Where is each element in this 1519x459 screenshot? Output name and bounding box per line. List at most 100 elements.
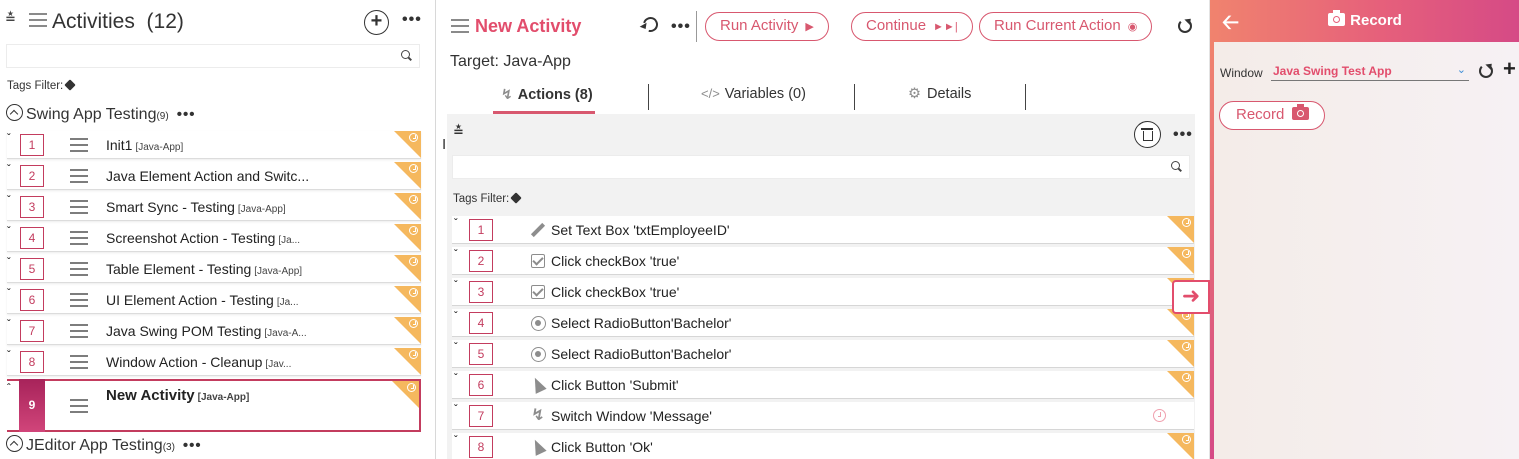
- activity-row[interactable]: ˇ 3 Smart Sync - Testing [Java-App]: [7, 193, 421, 221]
- activities-count: (12): [146, 10, 184, 33]
- expand-row-icon[interactable]: ˇ: [7, 133, 10, 144]
- expand-row-icon[interactable]: ˇ: [7, 164, 10, 175]
- activity-row[interactable]: ˇ 2 Java Element Action and Switc...: [7, 162, 421, 190]
- activity-row[interactable]: ˇ 7 Java Swing POM Testing [Java-A...: [7, 317, 421, 345]
- expand-row-icon[interactable]: ˇ: [7, 319, 10, 330]
- continue-button[interactable]: Continue ►►|: [851, 12, 973, 41]
- action-name: Click checkBox 'true': [551, 253, 680, 269]
- bolt-icon: ↯: [501, 86, 513, 102]
- search-icon[interactable]: [401, 50, 412, 61]
- refresh-windows-icon[interactable]: [1479, 64, 1493, 78]
- tab-details[interactable]: ⚙ Details: [908, 86, 971, 108]
- action-row[interactable]: ˇ 7 ↯ Switch Window 'Message': [452, 402, 1194, 430]
- activity-row[interactable]: ˇ 8 Window Action - Cleanup [Jav...: [7, 348, 421, 376]
- action-row[interactable]: ˇ 6 Click Button 'Submit': [452, 371, 1194, 399]
- expand-row-icon[interactable]: ˇ: [454, 311, 457, 322]
- activity-title[interactable]: New Activity: [475, 16, 581, 37]
- activities-menu-icon[interactable]: [29, 13, 47, 27]
- run-current-action-button[interactable]: Run Current Action ◉: [979, 12, 1153, 41]
- actions-tags-filter[interactable]: Tags Filter:: [453, 192, 522, 205]
- record-button[interactable]: Record: [1219, 101, 1325, 130]
- activities-tags-filter[interactable]: Tags Filter:: [7, 79, 76, 92]
- activity-number: 1: [20, 134, 44, 156]
- activity-row[interactable]: ˇ 5 Table Element - Testing [Java-App]: [7, 255, 421, 283]
- action-row[interactable]: ˇ 2 Click checkBox 'true': [452, 247, 1194, 275]
- activity-row[interactable]: ˆ 9 New Activity [Java-App]: [7, 379, 421, 432]
- group-header-swing-app-testing[interactable]: Swing App Testing(9) •••: [6, 104, 196, 128]
- record-panel-header: 🡠 Record: [1210, 0, 1519, 42]
- collapse-all-icon[interactable]: ≛: [5, 12, 16, 25]
- tab-variables[interactable]: </> Variables (0): [701, 86, 806, 108]
- tab-divider: [854, 84, 855, 110]
- run-activity-button[interactable]: Run Activity ▶: [705, 12, 829, 41]
- activity-number: 5: [20, 258, 44, 280]
- drag-handle-icon[interactable]: [70, 324, 88, 338]
- activity-row[interactable]: ˇ 1 Init1 [Java-App]: [7, 131, 421, 159]
- action-row[interactable]: ˇ 3 Click checkBox 'true': [452, 278, 1194, 306]
- pencil-icon: [529, 221, 547, 239]
- collapse-group-icon[interactable]: [6, 104, 23, 122]
- expand-row-icon[interactable]: ˇ: [7, 257, 10, 268]
- drag-handle-icon[interactable]: [70, 399, 88, 413]
- expand-row-icon[interactable]: ˇ: [454, 373, 457, 384]
- drag-handle-icon[interactable]: [70, 138, 88, 152]
- action-number: 1: [469, 219, 493, 241]
- activity-row[interactable]: ˇ 6 UI Element Action - Testing [Ja...: [7, 286, 421, 314]
- collapse-all-actions-icon[interactable]: ≛: [453, 125, 464, 138]
- search-icon[interactable]: [1171, 161, 1182, 172]
- tab-actions[interactable]: ↯ Actions (8): [493, 86, 595, 114]
- gear-icon: ⚙: [908, 86, 921, 102]
- delete-all-button[interactable]: [1134, 121, 1161, 148]
- activity-number: 2: [20, 165, 44, 187]
- activities-search-input[interactable]: [6, 44, 420, 68]
- expand-row-icon[interactable]: ˇ: [454, 342, 457, 353]
- add-activity-button[interactable]: +: [364, 10, 389, 35]
- play-icon: ▶: [805, 21, 814, 33]
- collapse-panel-arrow-icon[interactable]: ➜: [1172, 280, 1210, 314]
- activity-more-button[interactable]: •••: [671, 19, 691, 35]
- group-header-jeditor-app-testing[interactable]: JEditor App Testing(3) •••: [6, 435, 202, 459]
- tag-icon: [510, 192, 522, 204]
- action-row[interactable]: ˇ 8 Click Button 'Ok': [452, 433, 1194, 459]
- action-row[interactable]: ˇ 4 Select RadioButton'Bachelor': [452, 309, 1194, 337]
- activity-row[interactable]: ˇ 4 Screenshot Action - Testing [Ja...: [7, 224, 421, 252]
- expand-row-icon[interactable]: ˇ: [7, 350, 10, 361]
- action-number: 7: [469, 405, 493, 427]
- activity-menu-icon[interactable]: [451, 19, 469, 33]
- expand-row-icon[interactable]: ˇ: [454, 404, 457, 415]
- activity-name: Smart Sync - Testing [Java-App]: [106, 199, 286, 215]
- drag-handle-icon[interactable]: [70, 231, 88, 245]
- action-row[interactable]: ˇ 1 Set Text Box 'txtEmployeeID': [452, 216, 1194, 244]
- expand-row-icon[interactable]: ˇ: [7, 226, 10, 237]
- drag-handle-icon[interactable]: [70, 262, 88, 276]
- activity-number: 6: [20, 289, 44, 311]
- activity-name: Java Swing POM Testing [Java-A...: [106, 323, 307, 339]
- undo-icon[interactable]: [640, 14, 661, 35]
- drag-handle-icon[interactable]: [70, 293, 88, 307]
- expand-row-icon[interactable]: ˇ: [454, 218, 457, 229]
- expand-row-icon[interactable]: ˇ: [454, 435, 457, 446]
- expand-row-icon[interactable]: ˇ: [7, 288, 10, 299]
- toolbar-divider: [696, 11, 697, 42]
- refresh-icon[interactable]: [1178, 19, 1192, 33]
- expand-row-icon[interactable]: ˇ: [454, 280, 457, 291]
- activities-more-button[interactable]: •••: [402, 12, 422, 28]
- drag-handle-icon[interactable]: [70, 355, 88, 369]
- radio-icon: [529, 314, 547, 332]
- chevron-down-icon: ⌄: [1456, 64, 1466, 76]
- actions-search-input[interactable]: [452, 155, 1190, 179]
- group-more-button[interactable]: •••: [177, 106, 196, 123]
- expand-row-icon[interactable]: ˇ: [7, 195, 10, 206]
- actions-more-button[interactable]: •••: [1173, 127, 1193, 143]
- group-more-button[interactable]: •••: [183, 437, 202, 454]
- add-window-icon[interactable]: +: [1503, 58, 1516, 80]
- expand-row-icon[interactable]: ˇ: [454, 249, 457, 260]
- collapse-group-icon[interactable]: [6, 435, 23, 453]
- cursor-icon: [529, 375, 547, 394]
- window-select[interactable]: Java Swing Test App ⌄: [1271, 62, 1469, 81]
- action-number: 2: [469, 250, 493, 272]
- expand-row-icon[interactable]: ˆ: [7, 383, 10, 394]
- drag-handle-icon[interactable]: [70, 169, 88, 183]
- action-row[interactable]: ˇ 5 Select RadioButton'Bachelor': [452, 340, 1194, 368]
- drag-handle-icon[interactable]: [70, 200, 88, 214]
